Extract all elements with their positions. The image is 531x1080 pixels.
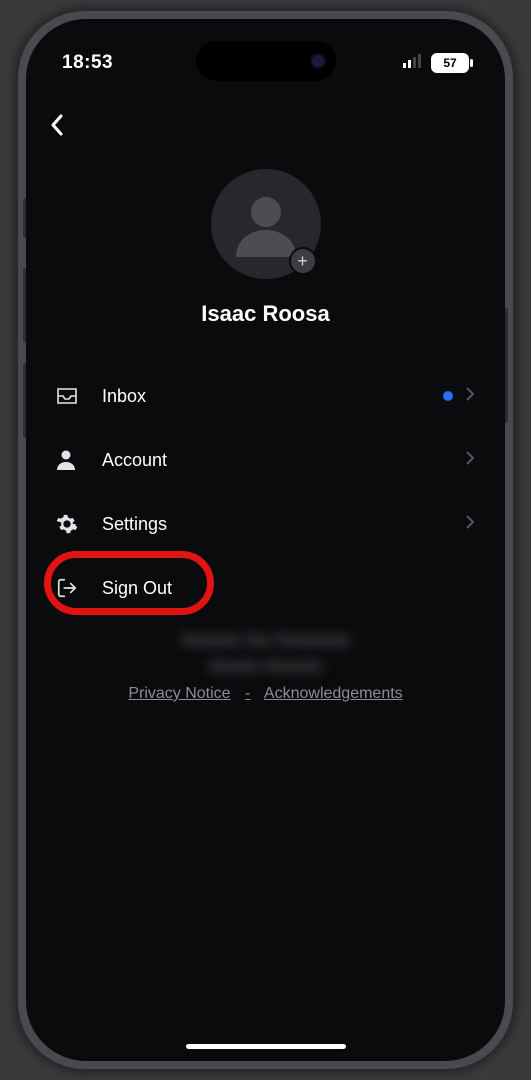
- redacted-text: Xxxxxxx Xxx Xxxxxxxxx: [26, 629, 505, 653]
- cellular-icon: [403, 54, 423, 73]
- chevron-right-icon: [465, 450, 475, 471]
- privacy-notice-link[interactable]: Privacy Notice: [128, 685, 230, 702]
- gear-icon: [56, 513, 102, 535]
- menu-label: Settings: [102, 514, 465, 535]
- separator: -: [245, 685, 250, 702]
- unread-badge: [443, 391, 453, 401]
- phone-frame: 18:53 57 + Isaac Roosa: [15, 8, 516, 1072]
- status-time: 18:53: [62, 52, 113, 74]
- plus-icon: +: [297, 252, 308, 270]
- menu-label: Account: [102, 450, 465, 471]
- inbox-icon: [56, 387, 102, 405]
- menu-item-sign-out[interactable]: Sign Out: [56, 556, 475, 620]
- person-icon: [230, 188, 302, 260]
- chevron-left-icon: [50, 114, 64, 136]
- profile-header: + Isaac Roosa: [26, 169, 505, 327]
- avatar[interactable]: +: [211, 169, 321, 279]
- person-icon: [56, 449, 102, 471]
- menu-list: Inbox Account Settings: [56, 364, 475, 620]
- menu-label: Sign Out: [102, 578, 475, 599]
- chevron-right-icon: [465, 386, 475, 407]
- menu-item-inbox[interactable]: Inbox: [56, 364, 475, 428]
- menu-label: Inbox: [102, 386, 443, 407]
- sign-out-icon: [56, 577, 102, 599]
- status-bar: 18:53 57: [26, 43, 505, 83]
- home-indicator[interactable]: [186, 1044, 346, 1049]
- redacted-text: Xxxxxx Xxxxxxx: [26, 655, 505, 679]
- back-button[interactable]: [50, 114, 64, 141]
- menu-item-account[interactable]: Account: [56, 428, 475, 492]
- acknowledgements-link[interactable]: Acknowledgements: [264, 685, 403, 702]
- profile-name: Isaac Roosa: [201, 301, 329, 327]
- screen: 18:53 57 + Isaac Roosa: [26, 19, 505, 1061]
- battery-indicator: 57: [431, 53, 469, 73]
- battery-level: 57: [443, 56, 456, 70]
- menu-item-settings[interactable]: Settings: [56, 492, 475, 556]
- add-photo-button[interactable]: +: [289, 247, 317, 275]
- chevron-right-icon: [465, 514, 475, 535]
- footer: Xxxxxxx Xxx Xxxxxxxxx Xxxxxx Xxxxxxx Pri…: [26, 629, 505, 703]
